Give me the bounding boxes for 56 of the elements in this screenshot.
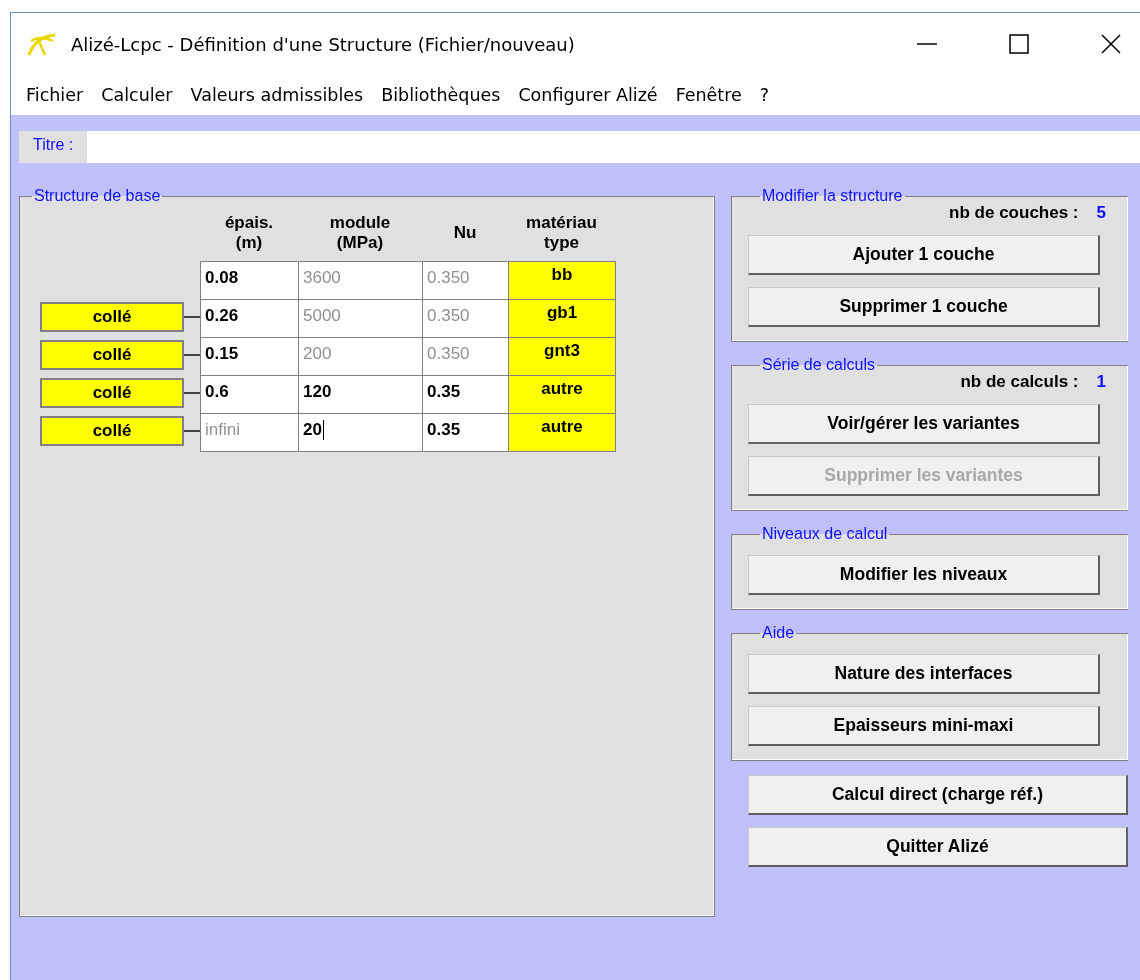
- table-cell[interactable]: 0.26: [200, 299, 299, 338]
- action-button[interactable]: Quitter Alizé: [748, 827, 1128, 867]
- menu-item[interactable]: Calculer: [92, 85, 182, 105]
- menu-item[interactable]: Fichier: [17, 85, 93, 105]
- maximize-icon[interactable]: [1008, 33, 1030, 55]
- menu-item[interactable]: Configurer Alizé: [509, 85, 667, 105]
- title-input-field[interactable]: [87, 131, 1140, 163]
- menu-item[interactable]: Fenêtre: [666, 85, 751, 105]
- interface-button[interactable]: collé: [40, 378, 184, 408]
- action-button[interactable]: Modifier les niveaux: [748, 555, 1100, 595]
- connector-line: [184, 392, 200, 394]
- count-value: 1: [1096, 372, 1106, 392]
- interface-button[interactable]: collé: [40, 416, 184, 446]
- material-cell[interactable]: gb1: [508, 299, 616, 338]
- material-cell[interactable]: gnt3: [508, 337, 616, 376]
- action-button[interactable]: Calcul direct (charge réf.): [748, 775, 1128, 815]
- table-cell[interactable]: 120: [298, 375, 423, 414]
- panel-legend: Niveaux de calcul: [760, 525, 890, 543]
- column-header: matériau type: [525, 212, 598, 254]
- material-cell[interactable]: autre: [508, 413, 616, 452]
- window-title: Alizé-Lcpc - Définition d'une Structure (Fichier/nouveau): [71, 33, 575, 55]
- connector-line: [184, 316, 200, 318]
- connector-line: [184, 430, 200, 432]
- panel-legend: Aide: [760, 624, 797, 642]
- table-cell[interactable]: 0.15: [200, 337, 299, 376]
- close-icon[interactable]: [1100, 33, 1122, 55]
- app-logo-icon: [27, 31, 57, 57]
- action-button[interactable]: Voir/gérer les variantes: [748, 404, 1100, 444]
- table-cell[interactable]: 0.6: [200, 375, 299, 414]
- column-header: module (MPa): [328, 212, 392, 254]
- column-header: Nu: [452, 222, 478, 245]
- menu-item[interactable]: Bibliothèques: [372, 85, 510, 105]
- text-cursor: [322, 420, 325, 440]
- table-cell[interactable]: 20: [298, 413, 423, 452]
- title-label: Titre :: [19, 131, 88, 163]
- action-button[interactable]: Supprimer 1 couche: [748, 287, 1100, 327]
- interface-button[interactable]: collé: [40, 340, 184, 370]
- count-value: 5: [1096, 203, 1106, 223]
- action-button[interactable]: Ajouter 1 couche: [748, 235, 1100, 275]
- table-cell[interactable]: 0.35: [422, 413, 509, 452]
- action-button[interactable]: Epaisseurs mini-maxi: [748, 706, 1100, 746]
- menu-item[interactable]: Valeurs admissibles: [181, 85, 373, 105]
- interface-button[interactable]: collé: [40, 302, 184, 332]
- panel-legend: Structure de base: [32, 187, 163, 205]
- panel-legend: Modifier la structure: [760, 187, 905, 205]
- menu-item[interactable]: ?: [750, 85, 779, 105]
- material-cell[interactable]: bb: [508, 261, 616, 300]
- connector-line: [184, 354, 200, 356]
- material-cell[interactable]: autre: [508, 375, 616, 414]
- count-label: nb de calculs :: [960, 372, 1079, 392]
- count-label: nb de couches :: [949, 203, 1079, 223]
- column-header: épais. (m): [223, 212, 275, 254]
- action-button[interactable]: Nature des interfaces: [748, 654, 1100, 694]
- table-cell[interactable]: 0.08: [200, 261, 299, 300]
- panel-legend: Série de calculs: [760, 356, 877, 374]
- table-cell[interactable]: 0.35: [422, 375, 509, 414]
